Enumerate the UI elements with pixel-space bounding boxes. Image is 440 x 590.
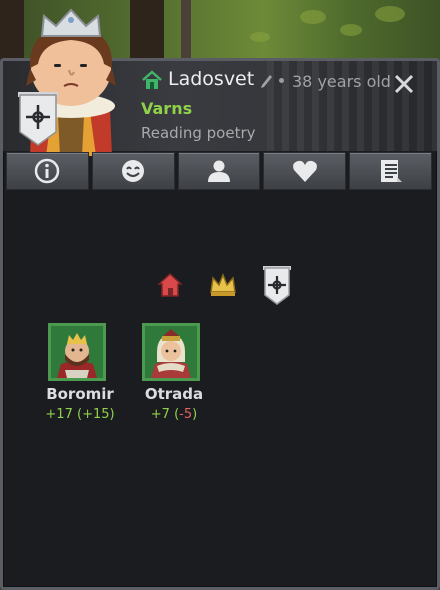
member-name: Otrada <box>144 385 204 403</box>
leaf <box>375 6 405 22</box>
dynasty-name[interactable]: Varns <box>141 99 192 118</box>
mood-icon <box>122 160 145 182</box>
member-name: Boromir <box>46 385 114 403</box>
tab-person[interactable] <box>177 152 261 190</box>
opinion-value: +17 <box>45 407 73 422</box>
edit-name-pencil-icon[interactable] <box>259 72 273 88</box>
tab-mood[interactable] <box>91 152 175 190</box>
banner-filter-icon[interactable] <box>259 263 295 307</box>
house-icon <box>141 70 163 90</box>
character-name: Ladosvet <box>168 68 255 90</box>
heart-icon <box>292 160 317 182</box>
character-tabs <box>6 152 432 192</box>
member-opinion: +17 (+15) <box>30 407 130 422</box>
leaf <box>300 10 326 24</box>
tab-scroll[interactable] <box>349 152 432 190</box>
opinion-modifier: -5 <box>179 407 193 422</box>
tree-trunk <box>181 0 191 60</box>
opinion-value: +7 <box>150 407 170 422</box>
coat-of-arms-banner[interactable] <box>16 90 60 148</box>
character-age: 38 years old <box>292 72 391 91</box>
tree-trunk <box>130 0 164 60</box>
opinion-modifier: +15 <box>82 407 110 422</box>
crown-filter-icon[interactable] <box>206 267 240 301</box>
info-icon <box>35 158 60 184</box>
modifier-close: ) <box>109 407 115 422</box>
leaf <box>250 32 270 42</box>
scroll-icon <box>380 160 402 182</box>
house-filter-icon[interactable] <box>153 267 187 301</box>
current-activity: Reading poetry <box>141 124 256 142</box>
member-portrait[interactable] <box>48 323 106 381</box>
member-portrait[interactable] <box>142 323 200 381</box>
member-opinion: +7 (-5) <box>124 407 224 422</box>
close-icon[interactable] <box>393 73 415 95</box>
person-icon <box>207 160 230 182</box>
separator-dot <box>279 78 284 83</box>
tab-relations[interactable] <box>263 152 347 190</box>
leaf <box>340 24 362 36</box>
modifier-close: ) <box>192 407 198 422</box>
tab-info[interactable] <box>6 152 89 190</box>
